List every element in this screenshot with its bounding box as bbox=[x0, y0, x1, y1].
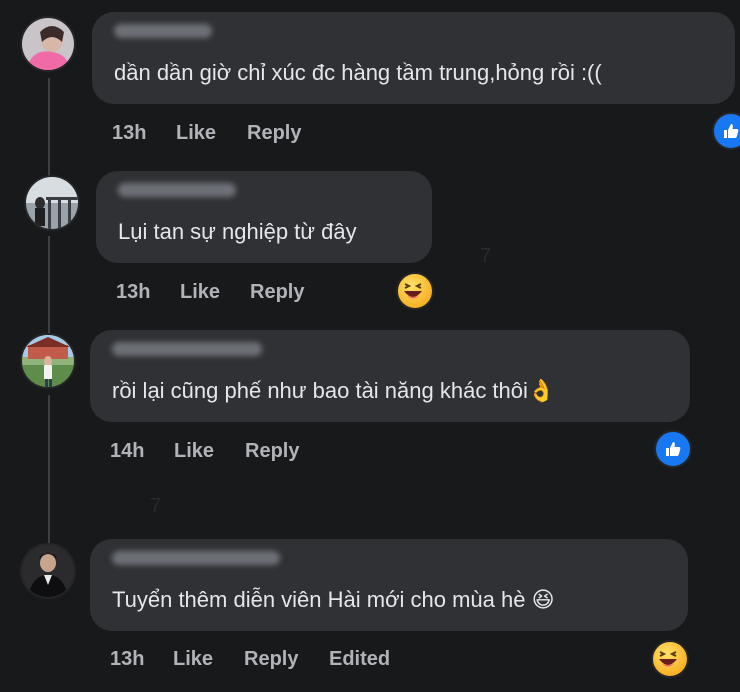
background-watermark: 7 bbox=[150, 495, 165, 517]
timestamp[interactable]: 13h bbox=[116, 281, 150, 304]
thread-line bbox=[48, 395, 50, 545]
haha-reaction-icon[interactable] bbox=[651, 640, 689, 678]
comment-text: dần dần giờ chỉ xúc đc hàng tầm trung,hỏ… bbox=[114, 60, 602, 85]
thread-line bbox=[48, 236, 50, 336]
background-watermark: 7 bbox=[480, 245, 495, 267]
author-name-blurred[interactable] bbox=[112, 342, 262, 356]
author-name-blurred[interactable] bbox=[118, 183, 236, 197]
reply-button[interactable]: Reply bbox=[245, 440, 299, 463]
haha-reaction-icon[interactable] bbox=[396, 272, 434, 310]
avatar[interactable] bbox=[24, 175, 80, 231]
timestamp[interactable]: 14h bbox=[110, 440, 144, 463]
comment-bubble[interactable]: Tuyển thêm diễn viên Hài mới cho mùa hè … bbox=[90, 539, 688, 631]
reply-button[interactable]: Reply bbox=[247, 122, 301, 145]
timestamp[interactable]: 13h bbox=[110, 648, 144, 671]
edited-label[interactable]: Edited bbox=[329, 648, 390, 671]
like-button[interactable]: Like bbox=[180, 281, 220, 304]
comment-text: Tuyển thêm diễn viên Hài mới cho mùa hè … bbox=[112, 587, 555, 612]
like-button[interactable]: Like bbox=[176, 122, 216, 145]
author-name-blurred[interactable] bbox=[112, 551, 280, 565]
like-reaction-icon[interactable] bbox=[654, 430, 692, 468]
comment-bubble[interactable]: dần dần giờ chỉ xúc đc hàng tầm trung,hỏ… bbox=[92, 12, 735, 104]
comment-bubble[interactable]: rồi lại cũng phế như bao tài năng khác t… bbox=[90, 330, 690, 422]
like-reaction-icon[interactable] bbox=[712, 112, 740, 150]
comment-text: rồi lại cũng phế như bao tài năng khác t… bbox=[112, 378, 556, 403]
reply-button[interactable]: Reply bbox=[250, 281, 304, 304]
avatar[interactable] bbox=[20, 543, 76, 599]
author-name-blurred[interactable] bbox=[114, 24, 212, 38]
like-button[interactable]: Like bbox=[173, 648, 213, 671]
comment-text: Lụi tan sự nghiệp từ đây bbox=[118, 219, 357, 244]
avatar[interactable] bbox=[20, 16, 76, 72]
reply-button[interactable]: Reply bbox=[244, 648, 298, 671]
like-button[interactable]: Like bbox=[174, 440, 214, 463]
avatar[interactable] bbox=[20, 333, 76, 389]
timestamp[interactable]: 13h bbox=[112, 122, 146, 145]
thread-line bbox=[48, 78, 50, 178]
comment-bubble[interactable]: Lụi tan sự nghiệp từ đây bbox=[96, 171, 432, 263]
